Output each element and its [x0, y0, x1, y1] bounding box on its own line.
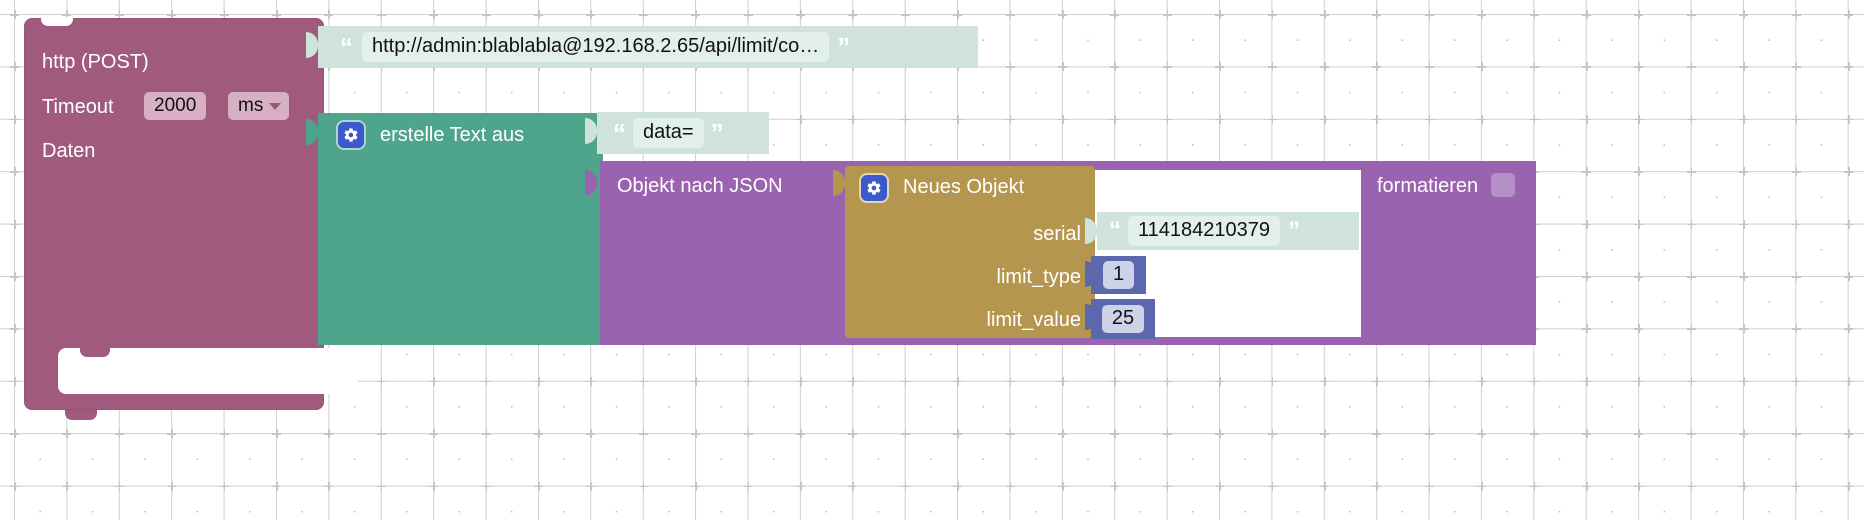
limit-type-number-field[interactable]: 1: [1102, 261, 1135, 289]
data-prefix-text-block[interactable]: “ data= ”: [597, 112, 769, 154]
new-object-label: Neues Objekt: [903, 176, 1025, 198]
timeout-unit-dropdown[interactable]: ms: [228, 92, 290, 120]
daten-label: Daten: [42, 140, 96, 162]
open-quote-icon: “: [613, 117, 626, 148]
object-to-json-label: Objekt nach JSON: [617, 175, 783, 197]
http-post-block[interactable]: http (POST) Timeout 2000 ms Daten: [24, 17, 358, 420]
close-quote-icon: ”: [710, 117, 724, 148]
property-key-limit-value: limit_value: [986, 309, 1081, 331]
timeout-unit-label: ms: [238, 95, 264, 116]
gear-icon[interactable]: [338, 122, 364, 148]
gear-icon[interactable]: [861, 175, 887, 201]
http-block-title: http (POST): [42, 51, 149, 73]
limit-type-number-block[interactable]: 1: [1091, 256, 1146, 294]
open-quote-icon: “: [340, 31, 353, 62]
limit-value-number-block[interactable]: 25: [1091, 299, 1155, 339]
timeout-label: Timeout: [42, 96, 114, 118]
close-quote-icon: ”: [1288, 217, 1300, 245]
url-text-block[interactable]: “ http://admin:blablabla@192.168.2.65/ap…: [318, 26, 978, 68]
create-text-block[interactable]: erstelle Text aus: [318, 113, 603, 345]
timeout-value-field[interactable]: 2000: [144, 92, 207, 120]
serial-text-field[interactable]: 114184210379: [1128, 216, 1280, 246]
property-key-limit-type: limit_type: [996, 266, 1081, 288]
close-quote-icon: ”: [837, 31, 850, 62]
serial-text-block[interactable]: “ 114184210379 ”: [1097, 212, 1359, 250]
property-key-serial: serial: [1033, 223, 1081, 245]
open-quote-icon: “: [1109, 217, 1121, 245]
limit-value-number-field[interactable]: 25: [1101, 305, 1145, 333]
statement-input-notch: [80, 348, 110, 357]
formatieren-checkbox[interactable]: [1491, 173, 1515, 197]
formatieren-label: formatieren: [1377, 175, 1479, 197]
block-bottom-notch: [65, 410, 97, 420]
block-top-notch: [41, 17, 73, 26]
chevron-down-icon: [269, 103, 282, 110]
data-prefix-text-field[interactable]: data=: [633, 118, 704, 148]
blockly-workspace[interactable]: http (POST) Timeout 2000 ms Daten “ http…: [0, 0, 1864, 520]
create-text-label: erstelle Text aus: [380, 124, 525, 146]
url-text-field[interactable]: http://admin:blablabla@192.168.2.65/api/…: [362, 32, 830, 62]
new-object-block[interactable]: Neues Objekt serial limit_type limit_val…: [845, 166, 1095, 338]
